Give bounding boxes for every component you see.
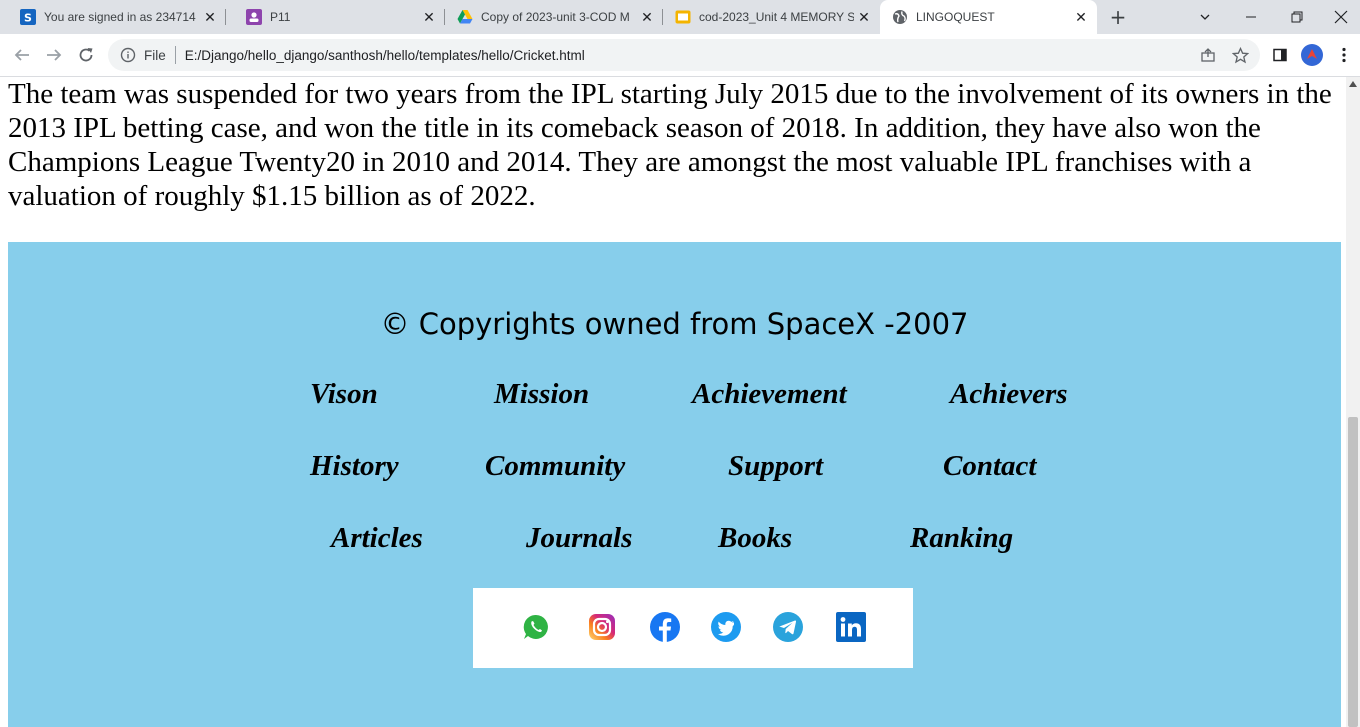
footer-link-books[interactable]: Books xyxy=(718,522,792,555)
footer-link-articles[interactable]: Articles xyxy=(331,522,423,555)
close-icon[interactable]: ✕ xyxy=(200,9,220,26)
tab-title: LINGOQUEST xyxy=(916,10,995,24)
vertical-scrollbar[interactable] xyxy=(1346,77,1360,727)
team-paragraph: The team was suspended for two years fro… xyxy=(8,78,1332,212)
bookmark-star-icon[interactable] xyxy=(1228,43,1252,67)
info-icon[interactable] xyxy=(120,47,136,63)
tab-title: You are signed in as 234714 xyxy=(44,10,196,24)
facebook-icon[interactable] xyxy=(650,612,680,642)
minimize-icon[interactable] xyxy=(1228,0,1274,34)
tab-signed-in[interactable]: S You are signed in as 234714 ✕ xyxy=(0,0,226,34)
instagram-icon[interactable] xyxy=(587,612,617,642)
reload-icon[interactable] xyxy=(74,43,98,67)
back-arrow-icon[interactable] xyxy=(10,43,34,67)
footer-link-achievement[interactable]: Achievement xyxy=(692,378,847,411)
social-links-box xyxy=(473,588,913,668)
page-viewport: The team was suspended for two years fro… xyxy=(0,77,1346,727)
telegram-icon[interactable] xyxy=(773,612,803,642)
close-icon[interactable]: ✕ xyxy=(419,9,439,26)
footer-link-history[interactable]: History xyxy=(310,450,399,483)
tab-search-icon[interactable] xyxy=(1182,0,1228,34)
footer-link-community[interactable]: Community xyxy=(485,450,625,483)
tab-lingoquest[interactable]: LINGOQUEST ✕ xyxy=(880,0,1097,34)
address-bar[interactable]: File E:/Django/hello_django/santhosh/hel… xyxy=(108,39,1260,71)
profile-avatar-icon[interactable] xyxy=(1300,43,1324,67)
google-slides-icon xyxy=(675,9,691,25)
svg-text:S: S xyxy=(24,12,32,25)
tab-title: Copy of 2023-unit 3-COD M xyxy=(481,10,630,24)
footer-link-vison[interactable]: Vison xyxy=(310,378,378,411)
menu-kebab-icon[interactable] xyxy=(1332,43,1356,67)
linkedin-icon[interactable] xyxy=(836,612,866,642)
close-icon[interactable]: ✕ xyxy=(854,9,874,26)
tab-slides[interactable]: cod-2023_Unit 4 MEMORY S ✕ xyxy=(663,0,880,34)
copyright-text: © Copyrights owned from SpaceX -2007 xyxy=(380,307,969,341)
tab-p11[interactable]: P11 ✕ xyxy=(226,0,445,34)
share-icon[interactable] xyxy=(1196,43,1220,67)
scheme-label: File xyxy=(144,47,166,63)
restore-icon[interactable] xyxy=(1274,0,1320,34)
footer-link-contact[interactable]: Contact xyxy=(943,450,1036,483)
forward-arrow-icon[interactable] xyxy=(42,43,66,67)
close-window-icon[interactable] xyxy=(1318,0,1360,34)
close-icon[interactable]: ✕ xyxy=(1071,9,1091,26)
footer-link-journals[interactable]: Journals xyxy=(526,522,632,555)
footer-link-support[interactable]: Support xyxy=(728,450,823,483)
scroll-up-arrow-icon[interactable] xyxy=(1346,77,1360,91)
tab-title: P11 xyxy=(270,10,291,24)
google-drive-icon xyxy=(457,9,473,25)
s-brand-icon: S xyxy=(20,9,36,25)
footer-link-ranking[interactable]: Ranking xyxy=(910,522,1013,555)
new-tab-button[interactable]: + xyxy=(1106,6,1130,28)
tab-drive-copy[interactable]: Copy of 2023-unit 3-COD M ✕ xyxy=(445,0,663,34)
footer-link-achievers[interactable]: Achievers xyxy=(950,378,1068,411)
tab-strip: S You are signed in as 234714 ✕ P11 ✕ Co… xyxy=(0,0,1360,34)
footer: © Copyrights owned from SpaceX -2007 Vis… xyxy=(8,242,1341,727)
footer-link-mission[interactable]: Mission xyxy=(494,378,589,411)
contact-card-icon xyxy=(246,9,262,25)
tab-title: cod-2023_Unit 4 MEMORY S xyxy=(699,10,854,24)
browser-toolbar: File E:/Django/hello_django/santhosh/hel… xyxy=(0,34,1360,77)
divider xyxy=(174,46,176,64)
twitter-icon[interactable] xyxy=(711,612,741,642)
globe-icon xyxy=(892,9,908,25)
whatsapp-icon[interactable] xyxy=(521,612,551,642)
scrollbar-thumb[interactable] xyxy=(1348,417,1358,727)
close-icon[interactable]: ✕ xyxy=(637,9,657,26)
url-text[interactable]: E:/Django/hello_django/santhosh/hello/te… xyxy=(185,48,585,63)
side-panel-icon[interactable] xyxy=(1268,43,1292,67)
